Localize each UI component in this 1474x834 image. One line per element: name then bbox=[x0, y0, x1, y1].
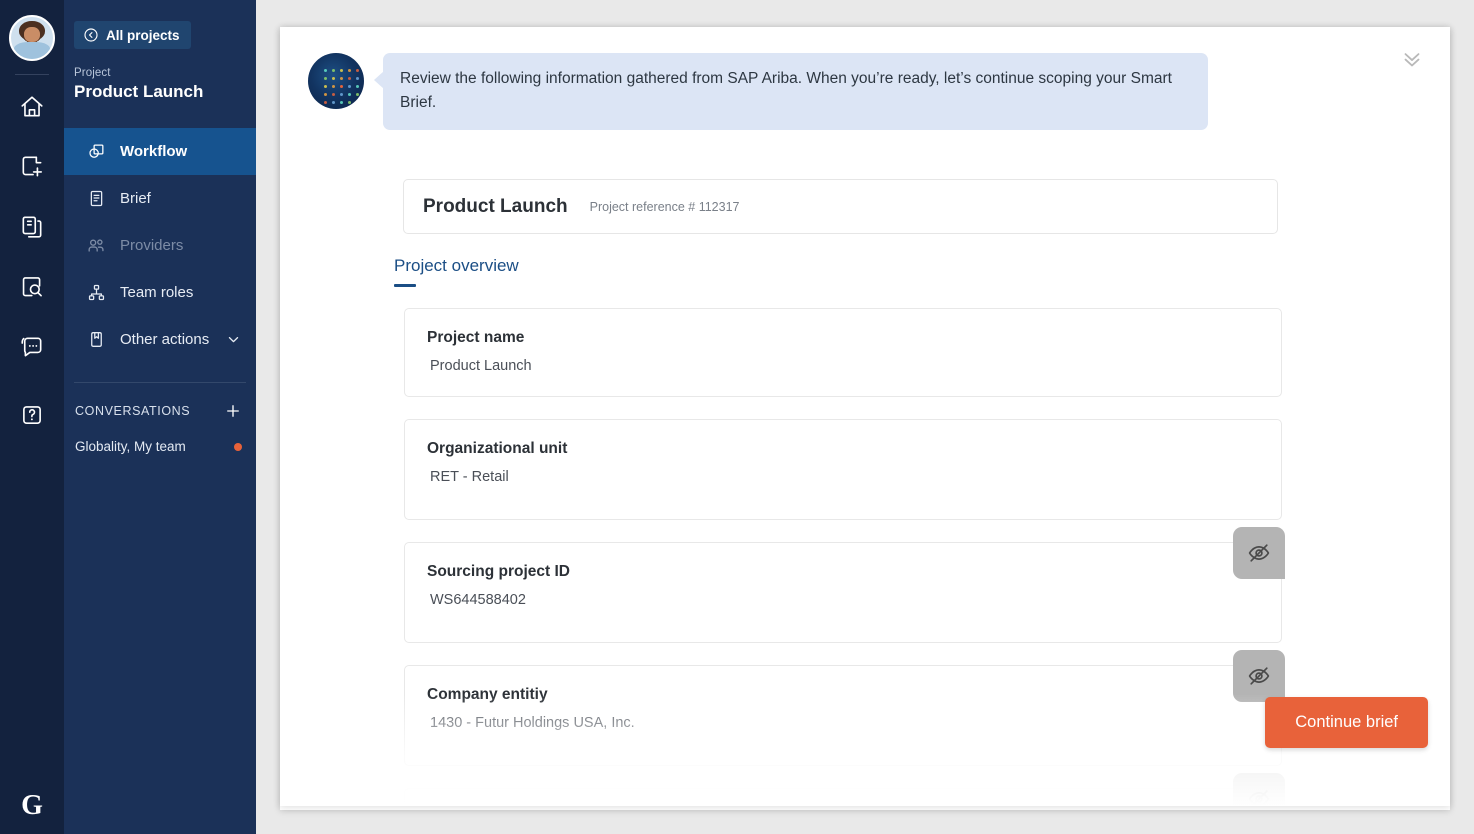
bookmark-icon bbox=[86, 330, 106, 349]
project-eyebrow: Project bbox=[74, 67, 256, 79]
field-label: Sourcing project ID bbox=[427, 563, 1259, 581]
plus-icon[interactable] bbox=[224, 402, 242, 420]
tab-bar: Project overview bbox=[394, 256, 519, 287]
sidebar-item-label: Team roles bbox=[120, 284, 193, 301]
sidebar-item-team-roles[interactable]: Team roles bbox=[64, 269, 256, 316]
all-projects-button[interactable]: All projects bbox=[74, 21, 191, 49]
field-value: RET - Retail bbox=[427, 469, 1259, 485]
conversations-title: CONVERSATIONS bbox=[75, 404, 190, 418]
continue-brief-button[interactable]: Continue brief bbox=[1265, 697, 1428, 748]
help-icon[interactable] bbox=[0, 385, 64, 445]
hide-field-button[interactable] bbox=[1233, 527, 1285, 579]
project-reference: Project reference # 112317 bbox=[590, 200, 740, 214]
conversation-item[interactable]: Globality, My team bbox=[75, 439, 242, 454]
new-project-icon[interactable] bbox=[0, 137, 64, 197]
hide-field-button[interactable] bbox=[1233, 773, 1285, 806]
assistant-message-text: Review the following information gathere… bbox=[400, 70, 1172, 111]
document-lines-icon bbox=[86, 189, 106, 208]
field-card-region: Region USA - United States of America bbox=[404, 788, 1282, 806]
sidebar-nav: Workflow Brief Provide bbox=[64, 128, 256, 363]
assistant-message-row: Review the following information gathere… bbox=[308, 53, 1208, 130]
field-value: WS644588402 bbox=[427, 592, 1259, 608]
sidebar-item-providers: Providers bbox=[64, 222, 256, 269]
avatar-face bbox=[24, 27, 40, 42]
field-card-company-entity: Company entitiy 1430 - Futur Holdings US… bbox=[404, 665, 1282, 766]
people-icon bbox=[86, 236, 106, 256]
tab-project-overview[interactable]: Project overview bbox=[394, 256, 519, 284]
assistant-message-bubble: Review the following information gathere… bbox=[383, 53, 1208, 130]
eye-off-icon bbox=[1247, 541, 1271, 565]
field-card-organizational-unit: Organizational unit RET - Retail bbox=[404, 419, 1282, 520]
chevron-down-icon[interactable] bbox=[226, 332, 241, 347]
circle-back-arrow-icon bbox=[83, 27, 99, 43]
app-root: G All projects Project Product Launch bbox=[0, 0, 1474, 834]
main-stage: Review the following information gathere… bbox=[256, 0, 1474, 834]
conversation-label: Globality, My team bbox=[75, 439, 186, 454]
project-sidebar: All projects Project Product Launch Work… bbox=[64, 0, 256, 834]
field-label: Company entitiy bbox=[427, 686, 1259, 704]
sidebar-item-brief[interactable]: Brief bbox=[64, 175, 256, 222]
assistant-dot-matrix-avatar bbox=[308, 53, 364, 109]
field-card-sourcing-project-id: Sourcing project ID WS644588402 bbox=[404, 542, 1282, 643]
documents-icon[interactable] bbox=[0, 197, 64, 257]
home-icon[interactable] bbox=[0, 77, 64, 137]
status-dot bbox=[234, 443, 242, 451]
avatar-body bbox=[14, 42, 49, 59]
icon-rail: G bbox=[0, 0, 64, 834]
eye-off-icon bbox=[1247, 664, 1271, 688]
field-value: Product Launch bbox=[427, 358, 1259, 374]
org-chart-icon bbox=[86, 283, 106, 302]
rail-divider bbox=[15, 74, 49, 75]
field-list: Project name Product Launch Organization… bbox=[404, 308, 1282, 806]
sidebar-item-label: Brief bbox=[120, 190, 151, 207]
workflow-icon bbox=[86, 142, 106, 161]
eye-off-icon bbox=[1247, 787, 1271, 806]
field-label: Project name bbox=[427, 329, 1259, 347]
field-card-project-name: Project name Product Launch bbox=[404, 308, 1282, 397]
field-label: Organizational unit bbox=[427, 440, 1259, 458]
sidebar-item-label: Other actions bbox=[120, 331, 209, 348]
hide-field-button[interactable] bbox=[1233, 650, 1285, 702]
sidebar-divider bbox=[74, 382, 246, 383]
project-name-heading: Product Launch bbox=[423, 196, 568, 218]
double-chevron-down-icon[interactable] bbox=[1396, 43, 1428, 75]
sidebar-item-workflow[interactable]: Workflow bbox=[64, 128, 256, 175]
user-avatar[interactable] bbox=[9, 15, 55, 61]
project-title: Product Launch bbox=[74, 82, 256, 102]
all-projects-label: All projects bbox=[106, 28, 180, 43]
sidebar-item-label: Workflow bbox=[120, 143, 187, 160]
tab-active-underline bbox=[394, 284, 416, 287]
messages-icon[interactable] bbox=[0, 317, 64, 377]
sidebar-item-label: Providers bbox=[120, 237, 183, 254]
content-panel: Review the following information gathere… bbox=[280, 27, 1450, 806]
globality-logo: G bbox=[0, 790, 64, 822]
conversations-header: CONVERSATIONS bbox=[75, 402, 242, 420]
sidebar-item-other-actions[interactable]: Other actions bbox=[64, 316, 256, 363]
field-value: 1430 - Futur Holdings USA, Inc. bbox=[427, 715, 1259, 731]
project-summary-card: Product Launch Project reference # 11231… bbox=[403, 179, 1278, 234]
search-document-icon[interactable] bbox=[0, 257, 64, 317]
